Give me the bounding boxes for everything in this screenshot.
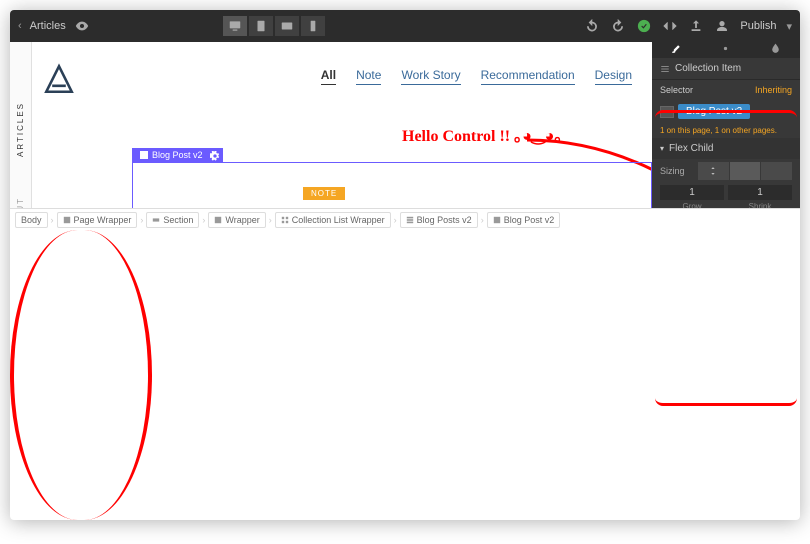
droplet-icon[interactable]	[769, 42, 782, 58]
nav-rec[interactable]: Recommendation	[481, 68, 575, 85]
redo-icon[interactable]	[610, 18, 626, 34]
blog-post-card[interactable]: NOTE BERBEDA SEBAGAI STRATEGI Strategi y…	[132, 162, 652, 208]
bc-collection-list[interactable]: Collection List Wrapper	[275, 212, 391, 228]
bc-blog-posts[interactable]: Blog Posts v2	[400, 212, 478, 228]
bc-wrapper[interactable]: Wrapper	[208, 212, 265, 228]
rail-about[interactable]: ABOUT	[16, 197, 25, 208]
sizing-shrink-icon[interactable]	[698, 162, 729, 180]
device-switcher	[223, 16, 325, 36]
selector-row: SelectorInheriting	[652, 80, 800, 100]
style-panel: Collection Item SelectorInheriting Blog …	[652, 42, 800, 208]
nav-note[interactable]: Note	[356, 68, 381, 85]
bc-body[interactable]: Body	[15, 212, 48, 228]
brush-icon[interactable]	[670, 42, 683, 58]
panel-tabs	[652, 42, 800, 58]
collection-item-label: Collection Item	[675, 63, 741, 74]
sizing-grow-icon[interactable]	[730, 162, 761, 180]
nav: All Note Work Story Recommendation Desig…	[321, 68, 632, 85]
gear-icon[interactable]	[719, 42, 732, 58]
breadcrumb-bar: Body› Page Wrapper› Section› Wrapper› Co…	[10, 208, 800, 230]
annotation-highlight	[10, 230, 152, 520]
annotation-highlight	[655, 110, 797, 118]
nav-all[interactable]: All	[321, 68, 336, 85]
back-icon[interactable]: ‹	[18, 20, 22, 32]
code-icon[interactable]	[662, 18, 678, 34]
card-tag: NOTE	[303, 187, 345, 200]
shrink-value[interactable]: 1	[728, 185, 792, 200]
undo-icon[interactable]	[584, 18, 600, 34]
selection-settings-icon[interactable]	[207, 148, 223, 163]
bc-page-wrapper[interactable]: Page Wrapper	[57, 212, 138, 228]
desktop-icon[interactable]	[223, 16, 247, 36]
mobile-icon[interactable]	[301, 16, 325, 36]
annotation-highlight	[655, 398, 797, 406]
top-toolbar: ‹ Articles Publish ▾	[10, 10, 800, 42]
left-rail: ARTICLES ABOUT READING LIST	[10, 42, 32, 208]
nav-design[interactable]: Design	[595, 68, 632, 85]
bc-blog-post[interactable]: Blog Post v2	[487, 212, 561, 228]
check-icon[interactable]	[636, 18, 652, 34]
list-icon	[660, 64, 670, 74]
instance-note: 1 on this page, 1 on other pages.	[652, 123, 800, 138]
rail-articles[interactable]: ARTICLES	[16, 102, 25, 157]
nav-work[interactable]: Work Story	[401, 68, 460, 85]
tablet-landscape-icon[interactable]	[275, 16, 299, 36]
sizing-label: Sizing	[660, 166, 694, 176]
page-label: Articles	[30, 20, 66, 32]
bc-section[interactable]: Section	[146, 212, 199, 228]
flex-child-header[interactable]: Flex Child	[652, 138, 800, 159]
annotation-text: Hello Control !! ｡◕‿◕｡	[402, 122, 562, 146]
tablet-icon[interactable]	[249, 16, 273, 36]
publish-button[interactable]: Publish	[740, 20, 776, 32]
publish-chevron[interactable]: ▾	[786, 20, 792, 33]
selection-label[interactable]: Blog Post v2	[132, 148, 211, 162]
grow-value[interactable]: 1	[660, 185, 724, 200]
eye-icon[interactable]	[74, 18, 90, 34]
logo[interactable]	[42, 62, 76, 101]
canvas: All Note Work Story Recommendation Desig…	[32, 42, 652, 208]
person-icon[interactable]	[714, 18, 730, 34]
sizing-none-icon[interactable]	[761, 162, 792, 180]
export-icon[interactable]	[688, 18, 704, 34]
